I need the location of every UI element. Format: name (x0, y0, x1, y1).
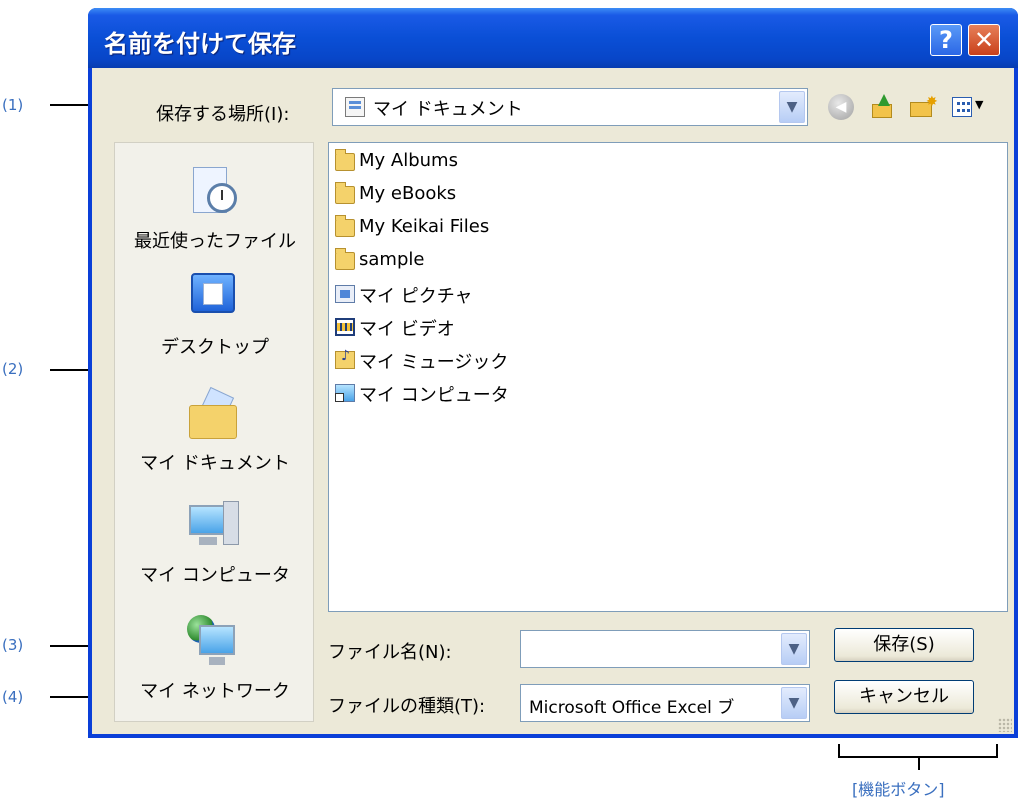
my-documents-icon (185, 386, 241, 443)
chevron-down-icon[interactable]: ▼ (779, 91, 805, 123)
resize-grip[interactable] (998, 718, 1012, 732)
folder-icon (335, 248, 355, 270)
place-label: マイ コンピュータ (140, 565, 290, 586)
folder-icon (335, 182, 355, 204)
file-name: マイ ビデオ (359, 319, 455, 340)
file-name-label: ファイル名(N): (328, 642, 452, 663)
place-desktop[interactable]: デスクトップ (115, 263, 315, 373)
place-recent[interactable]: 最近使ったファイル (115, 153, 315, 263)
music-folder-icon (335, 348, 355, 369)
save-in-dropdown[interactable]: マイ ドキュメント ▼ (332, 88, 808, 126)
help-button[interactable]: ? (930, 24, 962, 56)
video-folder-icon (335, 318, 355, 336)
folder-icon (335, 215, 355, 237)
my-network-icon (185, 613, 241, 669)
chevron-down-icon[interactable]: ▼ (781, 633, 807, 665)
file-name: マイ ミュージック (359, 352, 509, 373)
file-name: sample (359, 249, 425, 270)
function-buttons-label: [機能ボタン] (852, 780, 945, 799)
folder-icon (335, 149, 355, 171)
file-type-dropdown[interactable]: Microsoft Office Excel ブ ▼ (520, 684, 810, 722)
annotation-3: (3) (2, 636, 24, 654)
place-label: デスクトップ (161, 337, 269, 358)
pictures-folder-icon (335, 285, 355, 303)
file-name-input[interactable]: ▼ (520, 630, 810, 668)
close-button[interactable]: ✕ (968, 24, 1000, 56)
place-my-computer[interactable]: マイ コンピュータ (115, 483, 315, 593)
my-computer-icon (185, 497, 241, 553)
computer-shortcut-icon (335, 384, 355, 402)
back-icon[interactable]: ◀ (828, 94, 854, 120)
file-list[interactable]: My Albums My eBooks My Keikai Files samp… (328, 142, 1008, 612)
file-name: My Keikai Files (359, 216, 490, 237)
place-label: マイ ネットワーク (140, 681, 290, 702)
dialog-body: 保存する場所(I): マイ ドキュメント ▼ ◀ ✸ ▼ 最近使ったファイル デ… (92, 68, 1014, 734)
places-bar: 最近使ったファイル デスクトップ マイ ドキュメント マイ コンピュータ マイ … (114, 142, 314, 722)
save-in-label: 保存する場所(I): (156, 104, 290, 125)
file-name: My Albums (359, 150, 458, 171)
chevron-down-icon[interactable]: ▼ (781, 687, 807, 719)
place-my-documents[interactable]: マイ ドキュメント (115, 373, 315, 483)
file-type-value: Microsoft Office Excel ブ (529, 698, 735, 718)
file-name: マイ ピクチャ (359, 286, 473, 307)
desktop-icon (185, 267, 241, 323)
function-buttons-bracket (838, 744, 998, 770)
recent-documents-icon (185, 165, 241, 221)
annotation-2: (2) (2, 360, 24, 378)
place-my-network[interactable]: マイ ネットワーク (115, 593, 315, 713)
my-documents-small-icon (345, 97, 365, 117)
title-bar[interactable]: 名前を付けて保存 ? ✕ (88, 8, 1018, 68)
up-one-level-icon[interactable] (870, 94, 896, 120)
file-type-label: ファイルの種類(T): (328, 696, 486, 717)
save-as-dialog: 名前を付けて保存 ? ✕ 保存する場所(I): マイ ドキュメント ▼ ◀ ✸ … (88, 8, 1018, 738)
cancel-button[interactable]: キャンセル (834, 680, 974, 714)
new-folder-icon[interactable]: ✸ (910, 94, 938, 120)
annotation-1: (1) (2, 96, 24, 114)
annotation-4: (4) (2, 688, 24, 706)
views-menu-icon[interactable]: ▼ (952, 94, 988, 120)
file-name: マイ コンピュータ (359, 385, 509, 406)
place-label: マイ ドキュメント (140, 453, 290, 474)
save-button[interactable]: 保存(S) (834, 628, 974, 662)
save-in-value: マイ ドキュメント (373, 99, 523, 120)
file-name: My eBooks (359, 183, 457, 204)
dialog-title: 名前を付けて保存 (104, 30, 296, 58)
place-label: 最近使ったファイル (134, 231, 296, 252)
